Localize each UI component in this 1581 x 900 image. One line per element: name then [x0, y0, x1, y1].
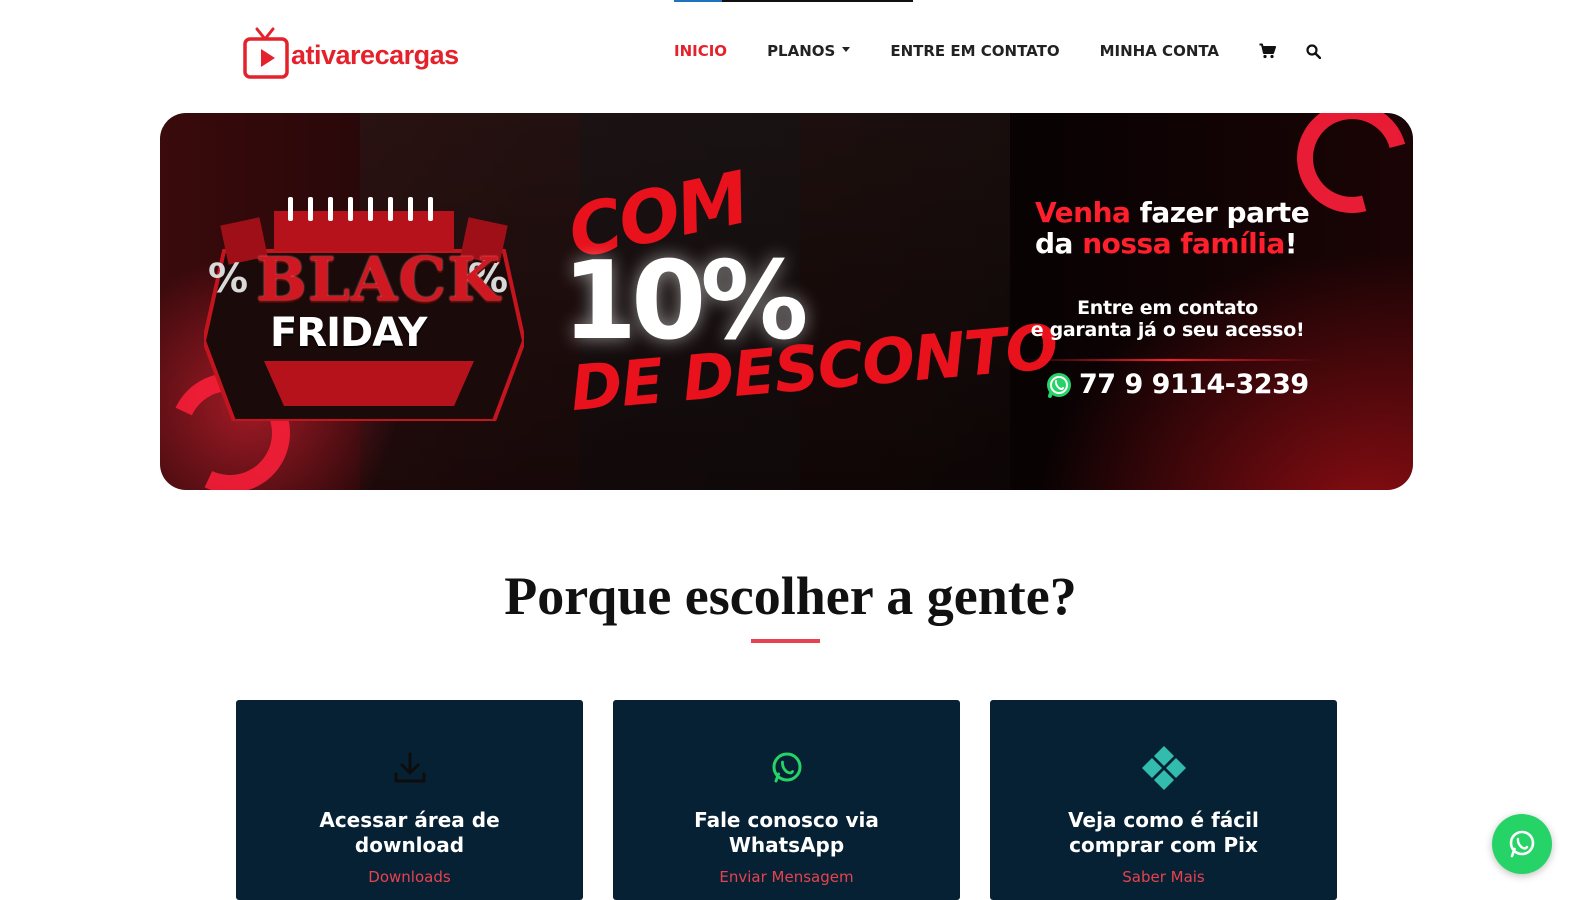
card-title-line: WhatsApp	[728, 833, 845, 857]
percent-symbol: %	[208, 256, 249, 302]
pix-icon	[990, 746, 1337, 790]
banner-phone-number: 77 9 9114-3239	[1079, 369, 1309, 400]
card-title: Veja como é fácil comprar com Pix	[990, 808, 1337, 858]
card-pix: Veja como é fácil comprar com Pix Saber …	[990, 700, 1337, 900]
card-download: Acessar área de download Downloads	[236, 700, 583, 900]
card-title-line: Acessar área de	[319, 808, 500, 832]
black-friday-banner[interactable]: % % BLACK FRIDAY COM 10% DE DESCONTO Ven…	[160, 113, 1413, 490]
downloads-link[interactable]: Downloads	[236, 868, 583, 886]
site-logo[interactable]: ativarecargas	[243, 24, 463, 82]
banner-poster-collage	[800, 113, 1010, 490]
search-icon[interactable]	[1306, 43, 1322, 59]
card-whatsapp: Fale conosco via WhatsApp Enviar Mensage…	[613, 700, 960, 900]
whatsapp-icon	[1047, 372, 1071, 398]
nav-item-planos-label: PLANOS	[767, 42, 836, 60]
main-nav: INICIO PLANOS ENTRE EM CONTATO MINHA CON…	[674, 42, 1322, 60]
nav-item-inicio[interactable]: INICIO	[674, 42, 727, 60]
card-title: Acessar área de download	[236, 808, 583, 858]
banner-friday-text: FRIDAY	[270, 310, 427, 356]
whatsapp-icon	[1509, 830, 1535, 858]
section-title: Porque escolher a gente?	[504, 566, 1077, 626]
banner-contact-text: Entre em contato e garanta já o seu aces…	[1025, 297, 1310, 341]
site-header: ativarecargas INICIO PLANOS ENTRE EM CON…	[0, 0, 1581, 110]
floating-whatsapp-button[interactable]	[1492, 814, 1552, 874]
whatsapp-icon	[613, 748, 960, 788]
contact-line-2: e garanta já o seu acesso!	[1030, 319, 1305, 341]
venha-highlight: Venha	[1035, 196, 1131, 229]
banner-divider	[1020, 359, 1320, 361]
nav-item-planos[interactable]: PLANOS	[767, 42, 851, 60]
card-title-line: download	[354, 833, 465, 857]
venha-line2-start: da	[1035, 227, 1083, 260]
download-icon	[236, 748, 583, 788]
banner-phone: 77 9 9114-3239	[1045, 369, 1309, 400]
logo-text: ativarecargas	[291, 39, 459, 70]
card-title-line: Veja como é fácil	[1068, 808, 1259, 832]
banner-venha-text: Venha fazer parte da nossa família!	[1035, 196, 1310, 260]
venha-line2-end: !	[1284, 227, 1298, 260]
cart-icon[interactable]	[1259, 43, 1277, 59]
learn-more-link[interactable]: Saber Mais	[990, 868, 1337, 886]
card-title: Fale conosco via WhatsApp	[613, 808, 960, 858]
card-title-line: comprar com Pix	[1069, 833, 1258, 857]
contact-line-1: Entre em contato	[1077, 297, 1258, 319]
nav-item-minha-conta[interactable]: MINHA CONTA	[1100, 42, 1219, 60]
send-message-link[interactable]: Enviar Mensagem	[613, 868, 960, 886]
banner-black-text: BLACK	[256, 245, 501, 315]
tv-play-icon	[243, 27, 289, 79]
venha-line2-highlight: nossa família	[1082, 227, 1285, 260]
venha-rest: fazer parte	[1130, 196, 1310, 229]
section-title-underline	[751, 639, 820, 643]
caret-down-icon	[842, 47, 851, 52]
nav-item-contato[interactable]: ENTRE EM CONTATO	[890, 42, 1059, 60]
card-title-line: Fale conosco via	[694, 808, 879, 832]
